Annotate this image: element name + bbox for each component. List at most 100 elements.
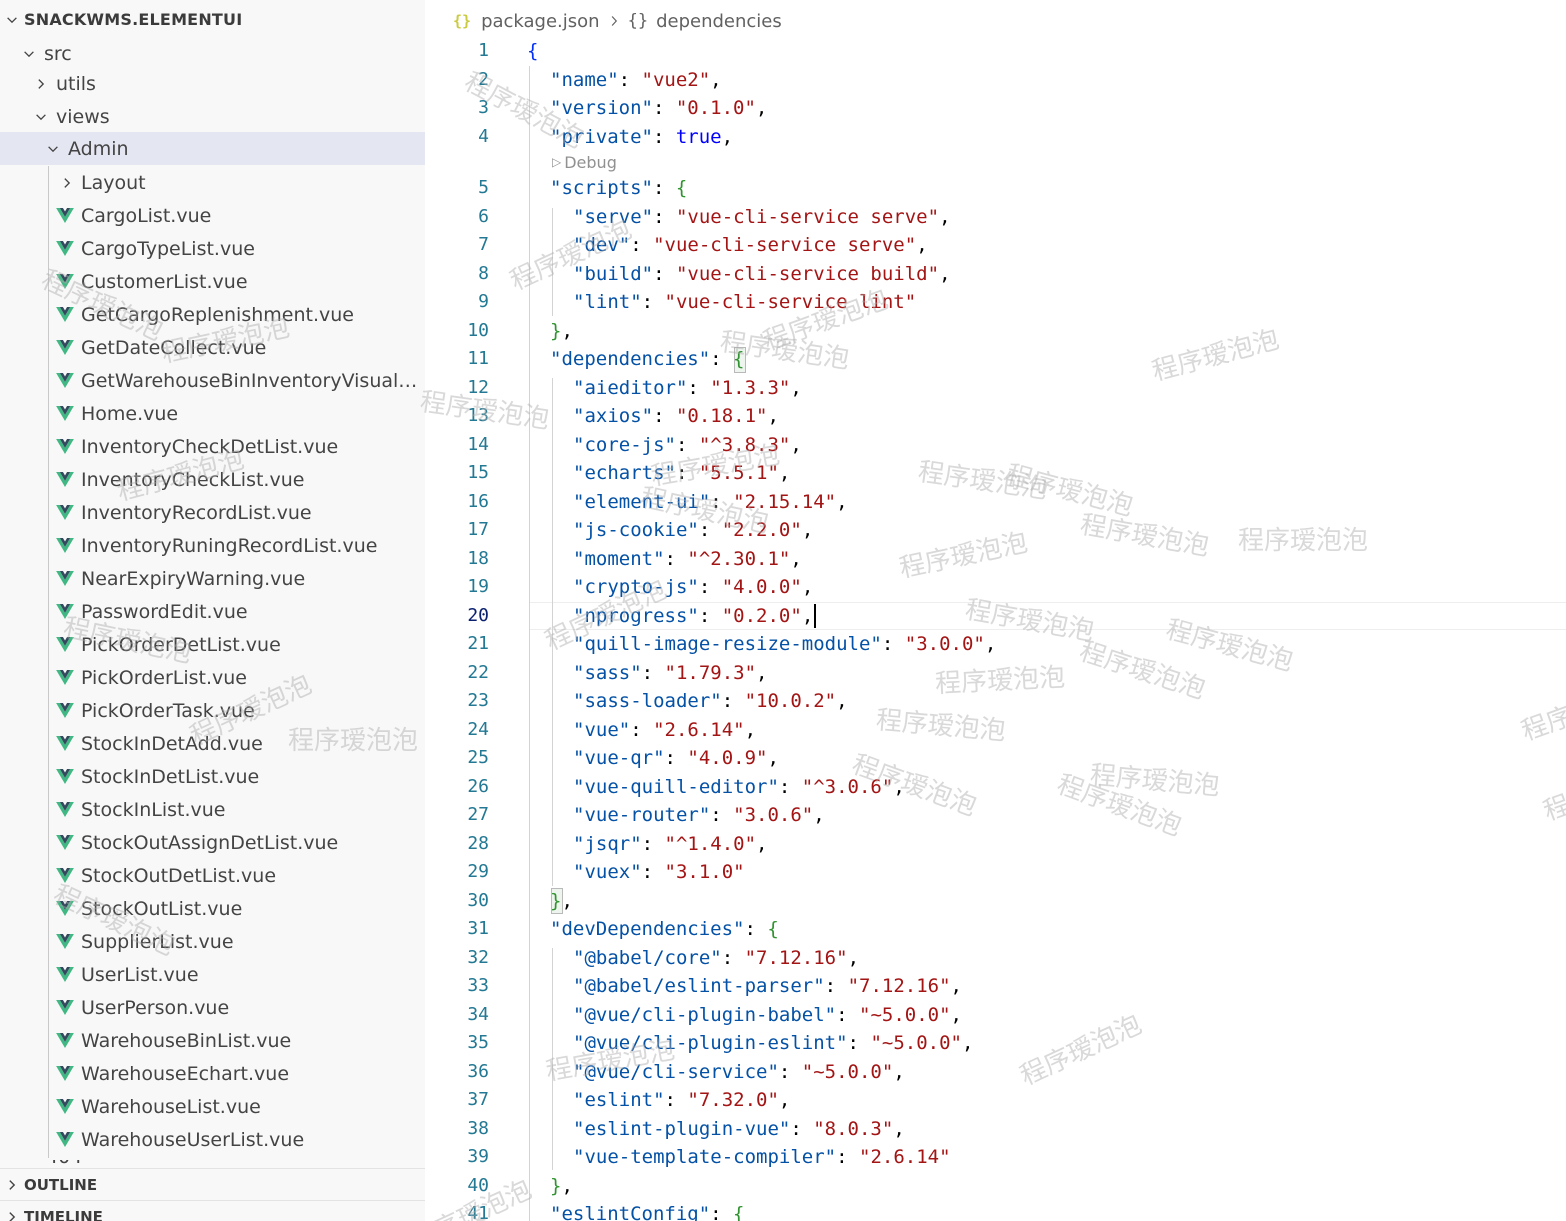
code-token: "vue-qr" [573, 747, 665, 769]
file-label: SupplierList.vue [81, 930, 234, 953]
file-item[interactable]: InventoryRecordList.vue [0, 496, 425, 529]
file-item[interactable]: PickOrderTask.vue [0, 694, 425, 727]
file-item[interactable]: StockInDetAdd.vue [0, 727, 425, 760]
file-item[interactable]: StockInList.vue [0, 793, 425, 826]
code-line[interactable]: "vuex": "3.1.0" [573, 858, 745, 886]
code-token: , [710, 68, 722, 91]
code-token: , [790, 376, 802, 399]
code-token: "@vue/cli-plugin-eslint" [573, 1032, 848, 1054]
code-line[interactable]: "vue-quill-editor": "^3.0.6", [573, 773, 905, 801]
code-line[interactable]: "aieditor": "1.3.3", [573, 374, 802, 402]
file-item[interactable]: Home.vue [0, 397, 425, 430]
code-line[interactable]: "element-ui": "2.15.14", [573, 488, 848, 516]
code-line[interactable]: "@babel/eslint-parser": "7.12.16", [573, 972, 962, 1000]
code-line[interactable]: "vue-router": "3.0.6", [573, 801, 825, 829]
file-item[interactable]: CustomerList.vue [0, 265, 425, 298]
code-line[interactable]: "core-js": "^3.8.3", [573, 431, 802, 459]
code-token: , [767, 405, 779, 427]
file-item[interactable]: StockOutDetList.vue [0, 859, 425, 892]
code-line[interactable]: "dev": "vue-cli-service serve", [573, 231, 928, 259]
code-line[interactable]: "vue": "2.6.14", [573, 716, 756, 744]
file-item[interactable]: StockInDetList.vue [0, 760, 425, 793]
timeline-section-header[interactable]: TIMELINE [0, 1200, 425, 1221]
file-item[interactable]: InventoryCheckList.vue [0, 463, 425, 496]
code-line[interactable]: "crypto-js": "4.0.0", [573, 573, 813, 601]
code-line[interactable]: "quill-image-resize-module": "3.0.0", [573, 630, 996, 658]
code-token: "core-js" [573, 433, 676, 456]
file-item[interactable]: InventoryCheckDetList.vue [0, 430, 425, 463]
code-line[interactable]: "@vue/cli-service": "~5.0.0", [573, 1058, 905, 1086]
file-item[interactable]: StockOutAssignDetList.vue [0, 826, 425, 859]
folder-utils[interactable]: utils [0, 67, 425, 100]
line-number: 17 [467, 519, 489, 540]
folder-admin[interactable]: Admin [0, 132, 425, 165]
code-line[interactable]: "nprogress": "0.2.0", [573, 602, 813, 630]
code-line[interactable]: "lint": "vue-cli-service lint" [573, 288, 916, 316]
code-line[interactable]: "moment": "^2.30.1", [573, 545, 802, 573]
code-line[interactable]: "build": "vue-cli-service build", [573, 260, 951, 288]
code-line[interactable]: "eslintConfig": { [550, 1200, 745, 1221]
code-line[interactable]: "eslint-plugin-vue": "8.0.3", [573, 1115, 905, 1143]
file-item[interactable]: UserPerson.vue [0, 991, 425, 1024]
file-item[interactable]: PickOrderList.vue [0, 661, 425, 694]
code-editor[interactable]: {} package.json {} dependencies ▷ Debug … [425, 0, 1566, 1221]
breadcrumb-symbol[interactable]: dependencies [656, 11, 782, 32]
folder-src[interactable]: src [0, 37, 425, 70]
code-token: "0.2.0" [721, 604, 802, 627]
code-line[interactable]: "sass-loader": "10.0.2", [573, 687, 848, 715]
code-token: , [939, 262, 951, 285]
code-line[interactable]: "sass": "1.79.3", [573, 659, 768, 687]
file-item[interactable]: WarehouseUserList.vue [0, 1123, 425, 1156]
code-line[interactable]: "serve": "vue-cli-service serve", [573, 203, 951, 231]
code-line[interactable]: }, [550, 317, 573, 345]
file-item[interactable]: WarehouseEchart.vue [0, 1057, 425, 1090]
file-item[interactable]: PickOrderDetList.vue [0, 628, 425, 661]
file-label: InventoryRuningRecordList.vue [81, 534, 378, 557]
line-number: 7 [478, 234, 489, 255]
file-item[interactable]: CargoTypeList.vue [0, 232, 425, 265]
code-line[interactable]: "dependencies": { [550, 345, 745, 373]
code-line[interactable]: }, [550, 887, 573, 915]
code-line[interactable]: "private": true, [550, 123, 733, 151]
file-item[interactable]: GetDateCollect.vue [0, 331, 425, 364]
code-token: : [721, 946, 745, 969]
code-line[interactable]: "@vue/cli-plugin-eslint": "~5.0.0", [573, 1029, 973, 1057]
file-item[interactable]: GetWarehouseBinInventoryVisualizati... [0, 364, 425, 397]
line-number: 24 [467, 718, 489, 740]
file-item[interactable]: CargoList.vue [0, 199, 425, 232]
file-item[interactable]: InventoryRuningRecordList.vue [0, 529, 425, 562]
file-item[interactable]: PasswordEdit.vue [0, 595, 425, 628]
code-line[interactable]: "name": "vue2", [550, 66, 722, 94]
code-line[interactable]: "devDependencies": { [550, 915, 779, 943]
code-line[interactable]: "@vue/cli-plugin-babel": "~5.0.0", [573, 1001, 962, 1029]
file-item[interactable]: UserList.vue [0, 958, 425, 991]
explorer-root-folder[interactable]: SNACKWMS.ELEMENTUI [0, 3, 425, 36]
code-token: "vue-cli-service serve" [653, 234, 917, 256]
file-item[interactable]: SupplierList.vue [0, 925, 425, 958]
codelens-debug[interactable]: ▷ Debug [552, 151, 617, 173]
outline-section-header[interactable]: OUTLINE [0, 1168, 425, 1200]
code-line[interactable]: "version": "0.1.0", [550, 94, 767, 122]
code-line[interactable]: "scripts": { [550, 174, 687, 202]
code-line[interactable]: "jsqr": "^1.4.0", [573, 830, 768, 858]
code-line[interactable]: "vue-template-compiler": "2.6.14" [573, 1143, 951, 1171]
file-item[interactable]: StockOutList.vue [0, 892, 425, 925]
code-line[interactable]: "js-cookie": "2.2.0", [573, 516, 813, 544]
code-line[interactable]: }, [550, 1172, 573, 1200]
breadcrumb-file[interactable]: package.json [481, 11, 600, 32]
code-line[interactable]: "eslint": "7.32.0", [573, 1086, 790, 1114]
folder-views[interactable]: views [0, 100, 425, 133]
code-line[interactable]: { [527, 37, 538, 65]
file-item[interactable]: WarehouseList.vue [0, 1090, 425, 1123]
file-item[interactable]: NearExpiryWarning.vue [0, 562, 425, 595]
file-item[interactable]: GetCargoReplenishment.vue [0, 298, 425, 331]
code-line[interactable]: "@babel/core": "7.12.16", [573, 944, 859, 972]
folder-layout[interactable]: Layout [0, 166, 425, 199]
code-line[interactable]: "axios": "0.18.1", [573, 402, 779, 430]
file-label: StockInDetList.vue [81, 765, 260, 788]
file-label: StockInDetAdd.vue [81, 732, 263, 755]
code-line[interactable]: "vue-qr": "4.0.9", [573, 744, 779, 772]
code-line[interactable]: "echarts": "5.5.1", [573, 459, 790, 487]
file-label: PasswordEdit.vue [81, 600, 248, 623]
file-item[interactable]: WarehouseBinList.vue [0, 1024, 425, 1057]
